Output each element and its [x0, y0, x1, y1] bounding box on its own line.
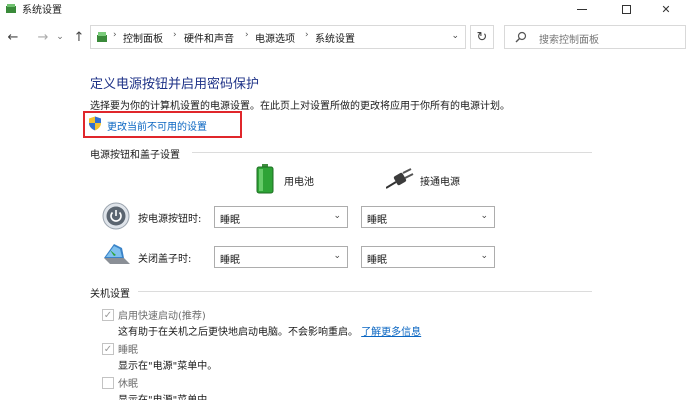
checkmark-icon: ✓: [103, 309, 113, 321]
minimize-icon: [577, 8, 587, 10]
laptop-lid-icon: [104, 244, 130, 264]
minimize-button[interactable]: [560, 0, 604, 18]
breadcrumb-separator: ›: [113, 30, 117, 40]
breadcrumb-item[interactable]: 系统设置: [315, 30, 355, 45]
fast-startup-description: 这有助于在关机之后更快地启动电脑。不会影响重启。 了解更多信息: [118, 327, 422, 338]
control-panel-icon: [6, 4, 16, 13]
sleep-label: 睡眠: [118, 345, 138, 356]
group-divider: [192, 152, 592, 153]
shutdown-group-label: 关机设置: [90, 289, 130, 300]
maximize-icon: [621, 4, 631, 14]
sleep-description: 显示在"电源"菜单中。: [118, 361, 218, 372]
change-unavailable-settings-link[interactable]: 更改当前不可用的设置: [107, 118, 207, 133]
plugged-in-column-label: 接通电源: [420, 177, 460, 188]
search-icon: [515, 31, 527, 43]
breadcrumb-separator: ›: [173, 30, 177, 40]
fast-startup-checkbox[interactable]: ✓: [102, 309, 114, 321]
hibernate-checkbox[interactable]: [102, 377, 114, 389]
group-divider: [138, 291, 592, 292]
control-panel-icon: [97, 32, 107, 42]
navigation-bar: ← → ⌄ ↑ › 控制面板 › 硬件和声音 › 电源选项 › 系统设置 ⌄ ↻…: [0, 22, 686, 52]
arrow-right-icon: →: [37, 29, 49, 45]
close-button[interactable]: ✕: [644, 0, 686, 18]
battery-column-label: 用电池: [284, 177, 314, 188]
close-lid-label: 关闭盖子时:: [138, 254, 192, 265]
learn-more-link[interactable]: 了解更多信息: [361, 327, 421, 338]
chevron-down-icon: ⌄: [451, 31, 459, 41]
hibernate-description: 显示在"电源"菜单中。: [118, 391, 217, 400]
breadcrumb-separator: ›: [245, 30, 249, 40]
battery-icon: [256, 164, 274, 194]
power-button-label: 按电源按钮时:: [138, 214, 202, 225]
page-description: 选择要为你的计算机设置的电源设置。在此页上对设置所做的更改将应用于你所有的电源计…: [90, 101, 510, 112]
power-plug-icon: [386, 168, 414, 189]
close-lid-plugged-select[interactable]: 睡眠 ⌄: [361, 246, 495, 268]
breadcrumb-item[interactable]: 电源选项: [255, 30, 295, 45]
breadcrumb-separator: ›: [305, 30, 309, 40]
refresh-button[interactable]: ↻: [470, 25, 494, 49]
power-buttons-group-label: 电源按钮和盖子设置: [90, 150, 180, 161]
address-dropdown-button[interactable]: ⌄: [451, 31, 459, 41]
address-bar[interactable]: › 控制面板 › 硬件和声音 › 电源选项 › 系统设置 ⌄: [90, 25, 466, 49]
forward-button[interactable]: →: [34, 28, 52, 46]
fast-startup-label: 启用快速启动(推荐): [118, 311, 206, 322]
breadcrumb-item[interactable]: 控制面板: [123, 30, 163, 45]
chevron-down-icon: ⌄: [56, 32, 64, 42]
breadcrumb-item[interactable]: 硬件和声音: [184, 30, 234, 45]
search-input[interactable]: 搜索控制面板: [539, 31, 599, 46]
recent-locations-button[interactable]: ⌄: [51, 28, 69, 46]
up-button[interactable]: ↑: [70, 28, 88, 46]
checkmark-icon: ✓: [103, 343, 113, 355]
window-title: 系统设置: [22, 5, 62, 16]
maximize-button[interactable]: [604, 0, 648, 18]
chevron-down-icon: ⌄: [333, 211, 341, 221]
page-title: 定义电源按钮并启用密码保护: [90, 77, 260, 92]
back-button[interactable]: ←: [4, 28, 22, 46]
title-bar: 系统设置 ✕: [0, 0, 686, 18]
power-button-icon: [102, 202, 130, 230]
arrow-up-icon: ↑: [73, 29, 85, 45]
close-lid-battery-select[interactable]: 睡眠 ⌄: [214, 246, 348, 268]
refresh-icon: ↻: [476, 29, 488, 45]
search-box[interactable]: 搜索控制面板: [504, 25, 686, 49]
close-icon: ✕: [661, 2, 671, 16]
arrow-left-icon: ←: [7, 29, 19, 45]
chevron-down-icon: ⌄: [480, 251, 488, 261]
uac-shield-icon: [89, 116, 101, 131]
chevron-down-icon: ⌄: [333, 251, 341, 261]
chevron-down-icon: ⌄: [480, 211, 488, 221]
sleep-checkbox[interactable]: ✓: [102, 343, 114, 355]
hibernate-label: 休眠: [118, 379, 138, 390]
power-button-plugged-select[interactable]: 睡眠 ⌄: [361, 206, 495, 228]
power-button-battery-select[interactable]: 睡眠 ⌄: [214, 206, 348, 228]
